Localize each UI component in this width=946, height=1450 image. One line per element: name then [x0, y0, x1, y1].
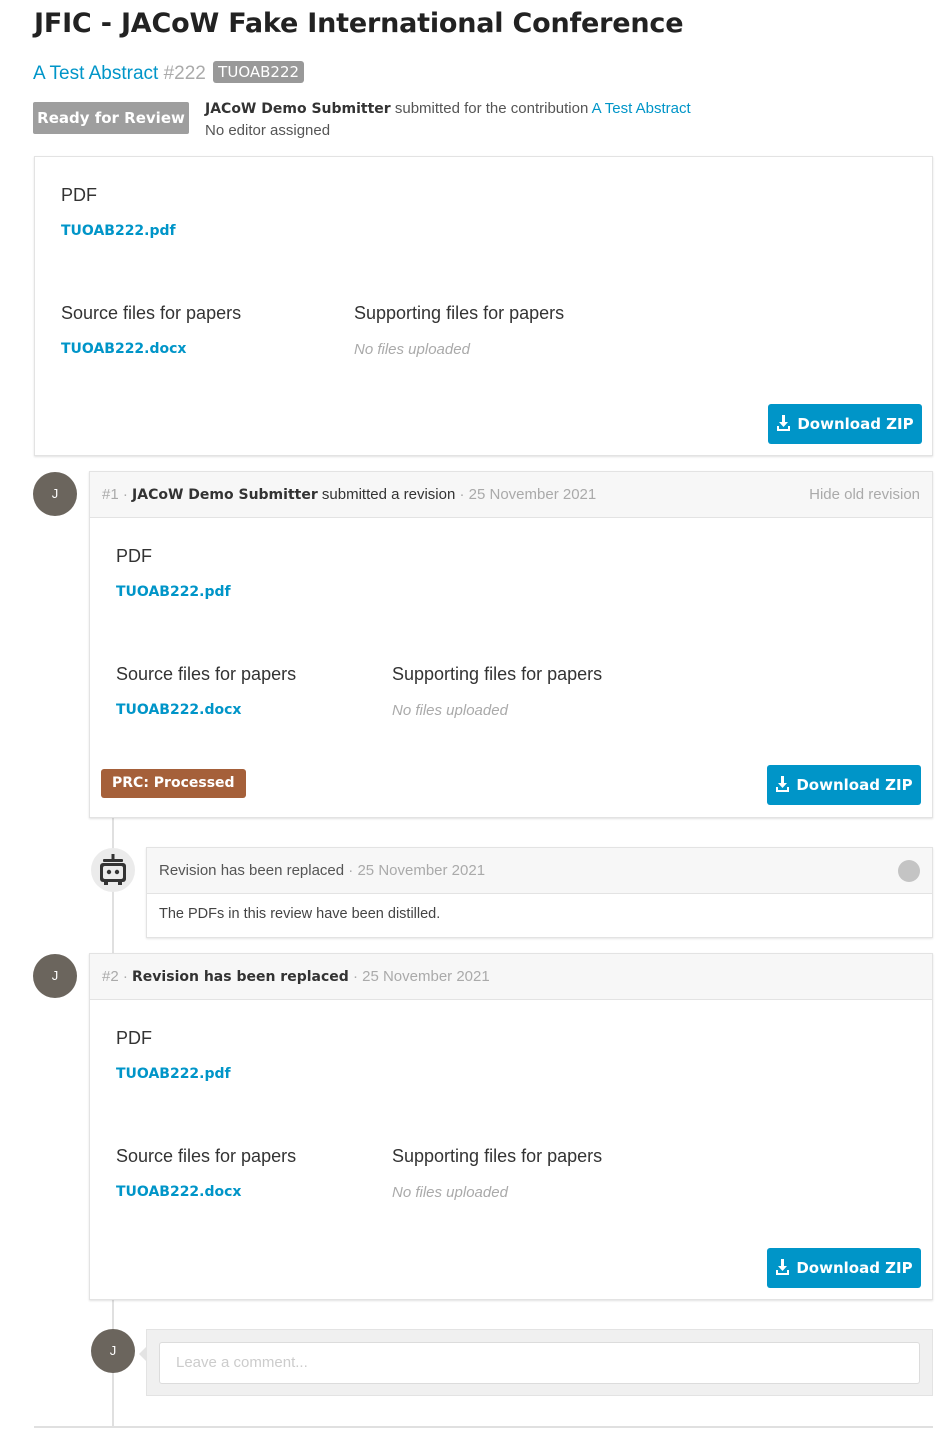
revision-1-panel: #1 · JACoW Demo Submitter submitted a re…	[89, 471, 933, 818]
pdf-file-link[interactable]: TUOAB222.pdf	[116, 1066, 231, 1082]
revision-number: #2	[102, 968, 119, 985]
status-dot-icon	[898, 860, 920, 882]
source-file-link[interactable]: TUOAB222.docx	[116, 702, 241, 718]
source-file-link[interactable]: TUOAB222.docx	[61, 341, 186, 357]
separator: ·	[122, 968, 128, 985]
comment-arrow	[139, 1346, 147, 1362]
pdf-file-link[interactable]: TUOAB222.pdf	[61, 223, 176, 239]
bot-avatar	[91, 848, 135, 892]
status-badge: Ready for Review	[33, 102, 189, 134]
pdf-section-label: PDF	[116, 1028, 152, 1048]
comment-input[interactable]: Leave a comment...	[159, 1342, 920, 1384]
revision-date: 25 November 2021	[468, 486, 597, 503]
revision-title: Revision has been replaced	[132, 969, 349, 985]
separator: ·	[348, 862, 354, 879]
avatar: J	[91, 1329, 135, 1373]
source-section-label: Source files for papers	[61, 303, 242, 323]
separator: ·	[122, 486, 128, 503]
download-zip-label: Download ZIP	[796, 776, 913, 794]
separator: ·	[459, 486, 465, 503]
revision-date: 25 November 2021	[362, 968, 490, 985]
submitted-text: submitted for the contribution	[394, 100, 589, 117]
revision-number: #1	[102, 486, 119, 503]
avatar: J	[33, 472, 77, 516]
avatar: J	[33, 954, 77, 998]
hide-old-revision-link[interactable]: Hide old revision	[809, 472, 920, 518]
system-comment-body: The PDFs in this review have been distil…	[159, 906, 441, 922]
revision-1-header: #1 · JACoW Demo Submitter submitted a re…	[90, 472, 932, 518]
download-zip-label: Download ZIP	[797, 415, 914, 433]
supporting-section-label: Supporting files for papers	[354, 303, 565, 323]
system-comment-header: Revision has been replaced · 25 November…	[147, 848, 932, 894]
pdf-section-label: PDF	[116, 546, 152, 566]
system-comment: Revision has been replaced · 25 November…	[146, 847, 933, 938]
comment-form: Leave a comment...	[139, 1329, 933, 1396]
submitter-name: JACoW Demo Submitter	[205, 101, 391, 117]
contribution-number: #222	[163, 63, 206, 84]
supporting-section-label: Supporting files for papers	[392, 1146, 603, 1166]
download-zip-button[interactable]: Download ZIP	[768, 404, 922, 444]
system-comment-title: Revision has been replaced	[159, 862, 345, 879]
current-files-panel: PDF TUOAB222.pdf Source files for papers…	[34, 156, 933, 456]
source-file-link[interactable]: TUOAB222.docx	[116, 1184, 241, 1200]
status-info: JACoW Demo Submitter submitted for the c…	[205, 98, 691, 141]
download-zip-button[interactable]: Download ZIP	[767, 765, 921, 805]
separator: ·	[352, 968, 358, 985]
download-icon	[776, 776, 790, 792]
supporting-section-label: Supporting files for papers	[392, 664, 603, 684]
download-icon	[777, 415, 791, 431]
pdf-section-label: PDF	[61, 185, 97, 205]
contribution-code-badge: TUOAB222	[213, 61, 305, 83]
source-section-label: Source files for papers	[116, 1146, 297, 1166]
download-zip-button[interactable]: Download ZIP	[767, 1248, 921, 1288]
revision-2-header: #2 · Revision has been replaced · 25 Nov…	[90, 954, 932, 1000]
download-icon	[776, 1259, 790, 1275]
supporting-no-files: No files uploaded	[354, 341, 470, 358]
supporting-no-files: No files uploaded	[392, 1184, 508, 1201]
bottom-divider	[34, 1426, 933, 1428]
robot-icon	[100, 854, 126, 885]
contribution-link-inline[interactable]: A Test Abstract	[592, 100, 691, 117]
prc-processed-tag: PRC: Processed	[101, 769, 246, 798]
revision-2-panel: #2 · Revision has been replaced · 25 Nov…	[89, 953, 933, 1300]
revision-author: JACoW Demo Submitter	[132, 487, 318, 503]
system-comment-date: 25 November 2021	[357, 862, 486, 879]
editor-status: No editor assigned	[205, 122, 331, 139]
source-section-label: Source files for papers	[116, 664, 297, 684]
contribution-title: A Test Abstract #222 TUOAB222	[33, 61, 305, 85]
revision-action: submitted a revision	[321, 486, 456, 503]
page-title: JFIC - JACoW Fake International Conferen…	[34, 8, 684, 39]
download-zip-label: Download ZIP	[796, 1259, 913, 1277]
supporting-no-files: No files uploaded	[392, 702, 508, 719]
pdf-file-link[interactable]: TUOAB222.pdf	[116, 584, 231, 600]
contribution-link[interactable]: A Test Abstract	[33, 63, 158, 84]
